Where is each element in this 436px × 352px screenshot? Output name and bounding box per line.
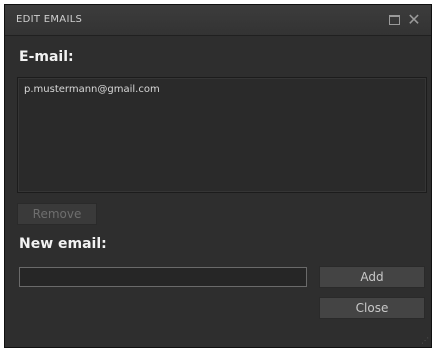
new-email-label: New email: — [19, 236, 107, 252]
title-bar[interactable]: EDIT EMAILS ✕ — [5, 5, 431, 36]
close-button[interactable]: Close — [319, 297, 425, 319]
dialog-title: EDIT EMAILS — [16, 14, 83, 25]
edit-emails-dialog: EDIT EMAILS ✕ E-mail: p.mustermann@gmail… — [4, 4, 432, 348]
email-list[interactable]: p.mustermann@gmail.com — [17, 77, 427, 193]
resize-grip-icon[interactable]: ⋰ — [421, 337, 429, 345]
add-button[interactable]: Add — [319, 266, 425, 288]
remove-button[interactable]: Remove — [17, 203, 97, 225]
email-label: E-mail: — [19, 49, 74, 65]
maximize-icon[interactable] — [387, 13, 401, 27]
new-email-input[interactable] — [19, 267, 307, 287]
list-item[interactable]: p.mustermann@gmail.com — [24, 84, 160, 95]
close-icon[interactable]: ✕ — [407, 12, 421, 28]
